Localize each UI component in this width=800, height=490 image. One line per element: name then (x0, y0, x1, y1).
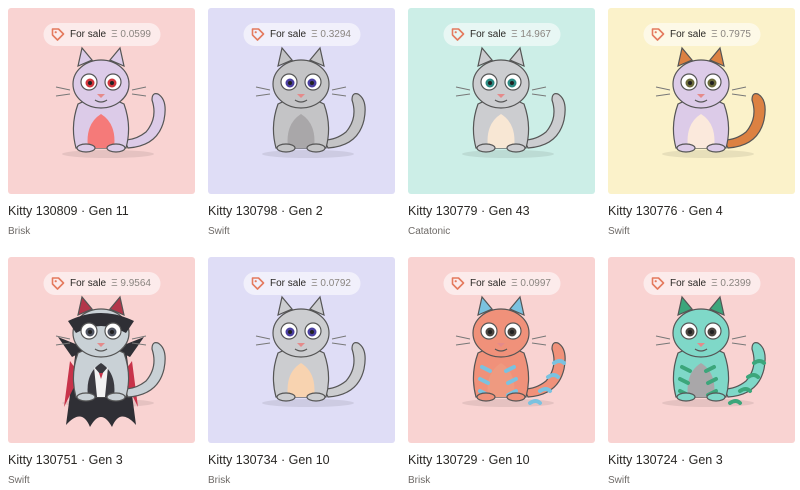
for-sale-label: For sale (470, 278, 507, 289)
kitty-cooldown-speed: Swift (8, 475, 30, 486)
price-tag-icon (651, 28, 664, 41)
for-sale-label: For sale (670, 29, 707, 40)
for-sale-badge: For sale Ξ 0.0599 (43, 23, 160, 46)
kitty-name[interactable]: Kitty 130751 · Gen 3 (8, 453, 195, 467)
kitty-cooldown-speed: Brisk (408, 475, 431, 486)
for-sale-label: For sale (270, 278, 307, 289)
kitty-card[interactable]: For sale Ξ 9.9564 Kitty 130751 · Gen 3 S… (8, 257, 195, 486)
for-sale-label: For sale (70, 278, 107, 289)
kitty-name[interactable]: Kitty 130724 · Gen 3 (608, 453, 795, 467)
for-sale-badge: For sale Ξ 0.0792 (243, 272, 360, 295)
for-sale-badge: For sale Ξ 0.7975 (643, 23, 760, 46)
for-sale-badge: For sale Ξ 0.0997 (443, 272, 560, 295)
price-tag-icon (651, 277, 664, 290)
kitty-image-tile[interactable]: For sale Ξ 14.967 (408, 8, 595, 194)
kitty-card[interactable]: For sale Ξ 0.3294 Kitty 130798 · Gen 2 S… (208, 8, 395, 237)
kitty-cooldown-speed: Catatonic (408, 226, 451, 237)
kitty-cooldown-speed: Brisk (8, 226, 31, 237)
for-sale-label: For sale (470, 29, 507, 40)
kitty-name[interactable]: Kitty 130734 · Gen 10 (208, 453, 395, 467)
price-value: Ξ 14.967 (511, 29, 551, 40)
for-sale-label: For sale (670, 278, 707, 289)
kitty-image-tile[interactable]: For sale Ξ 9.9564 (8, 257, 195, 443)
price-tag-icon (251, 28, 264, 41)
kitty-card[interactable]: For sale Ξ 0.2399 Kitty 130724 · Gen 3 S… (608, 257, 795, 486)
price-tag-icon (251, 277, 264, 290)
for-sale-badge: For sale Ξ 0.2399 (643, 272, 760, 295)
price-value: Ξ 0.7975 (711, 29, 751, 40)
kitty-name[interactable]: Kitty 130729 · Gen 10 (408, 453, 595, 467)
kitty-grid: For sale Ξ 0.0599 Kitty 130809 · Gen 11 … (0, 0, 800, 490)
kitty-name[interactable]: Kitty 130809 · Gen 11 (8, 204, 195, 218)
price-tag-icon (451, 277, 464, 290)
price-tag-icon (51, 28, 64, 41)
kitty-card[interactable]: For sale Ξ 0.7975 Kitty 130776 · Gen 4 S… (608, 8, 795, 237)
price-tag-icon (451, 28, 464, 41)
price-value: Ξ 9.9564 (111, 278, 151, 289)
price-value: Ξ 0.0997 (511, 278, 551, 289)
kitty-name[interactable]: Kitty 130798 · Gen 2 (208, 204, 395, 218)
kitty-name[interactable]: Kitty 130776 · Gen 4 (608, 204, 795, 218)
kitty-cooldown-speed: Brisk (208, 475, 231, 486)
for-sale-badge: For sale Ξ 14.967 (443, 23, 560, 46)
price-value: Ξ 0.3294 (311, 29, 351, 40)
price-value: Ξ 0.0792 (311, 278, 351, 289)
price-value: Ξ 0.2399 (711, 278, 751, 289)
kitty-image-tile[interactable]: For sale Ξ 0.3294 (208, 8, 395, 194)
kitty-image-tile[interactable]: For sale Ξ 0.0997 (408, 257, 595, 443)
kitty-name[interactable]: Kitty 130779 · Gen 43 (408, 204, 595, 218)
kitty-cooldown-speed: Swift (208, 226, 230, 237)
kitty-card[interactable]: For sale Ξ 14.967 Kitty 130779 · Gen 43 … (408, 8, 595, 237)
for-sale-label: For sale (70, 29, 107, 40)
kitty-image-tile[interactable]: For sale Ξ 0.2399 (608, 257, 795, 443)
kitty-cooldown-speed: Swift (608, 475, 630, 486)
price-value: Ξ 0.0599 (111, 29, 151, 40)
kitty-card[interactable]: For sale Ξ 0.0792 Kitty 130734 · Gen 10 … (208, 257, 395, 486)
kitty-image-tile[interactable]: For sale Ξ 0.7975 (608, 8, 795, 194)
price-tag-icon (51, 277, 64, 290)
for-sale-badge: For sale Ξ 9.9564 (43, 272, 160, 295)
kitty-image-tile[interactable]: For sale Ξ 0.0599 (8, 8, 195, 194)
kitty-cooldown-speed: Swift (608, 226, 630, 237)
for-sale-badge: For sale Ξ 0.3294 (243, 23, 360, 46)
kitty-image-tile[interactable]: For sale Ξ 0.0792 (208, 257, 395, 443)
kitty-card[interactable]: For sale Ξ 0.0997 Kitty 130729 · Gen 10 … (408, 257, 595, 486)
for-sale-label: For sale (270, 29, 307, 40)
kitty-card[interactable]: For sale Ξ 0.0599 Kitty 130809 · Gen 11 … (8, 8, 195, 237)
